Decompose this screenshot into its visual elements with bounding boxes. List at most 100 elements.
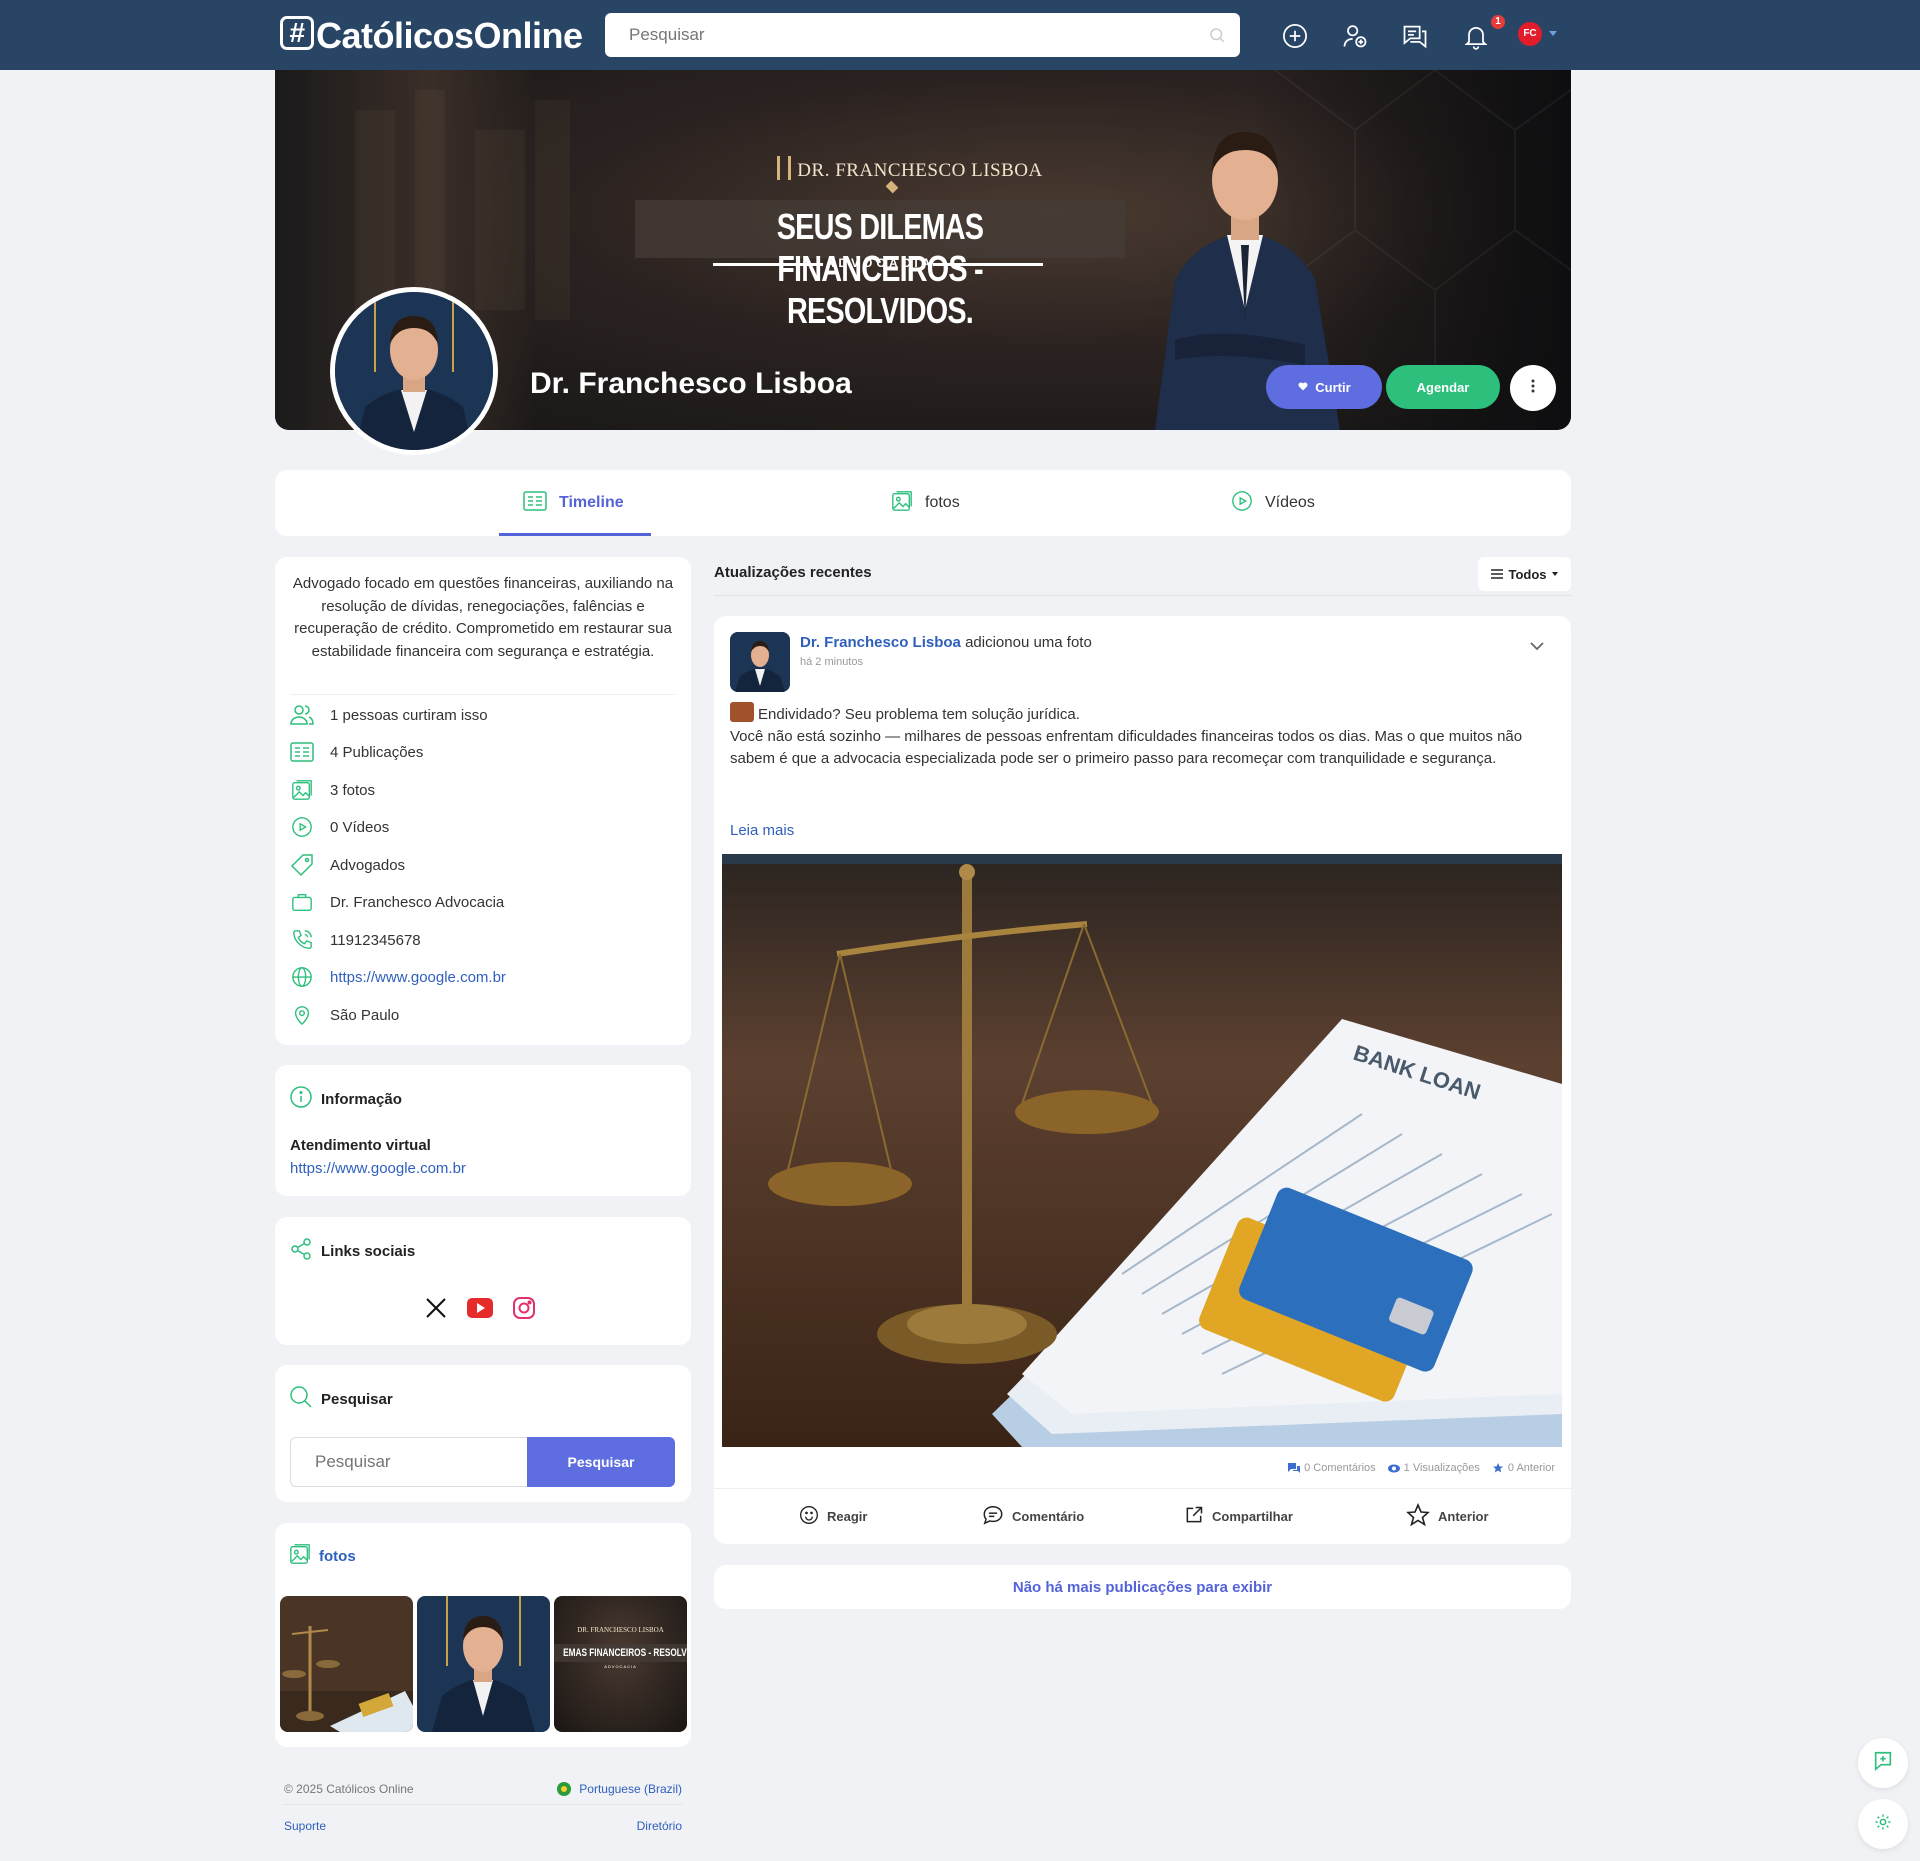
website-link[interactable]: https://www.google.com.br (330, 969, 506, 986)
star-outline-icon (1406, 1502, 1430, 1530)
page-search-input[interactable] (290, 1437, 527, 1487)
photos-title: fotos (319, 1547, 356, 1565)
react-button[interactable]: Reagir (799, 1488, 867, 1544)
top-navbar: #CatólicosOnline 1 FC (0, 0, 1920, 70)
profile-tabs: Timeline fotos Vídeos (275, 470, 1571, 536)
logo-hash-icon: # (280, 16, 314, 50)
info-phone: 11912345678 (289, 928, 421, 952)
feed-filter-dropdown[interactable]: Todos (1478, 557, 1571, 591)
post-action: adicionou uma foto (965, 634, 1092, 651)
site-logo[interactable]: # CatólicosOnline (280, 15, 583, 56)
caret-down-icon (1551, 572, 1558, 576)
messages-icon[interactable] (1401, 22, 1429, 50)
chevron-down-icon[interactable] (1529, 638, 1545, 656)
bell-icon[interactable] (1462, 22, 1490, 50)
read-more-link[interactable]: Leia mais (730, 822, 794, 839)
photos-icon (891, 490, 913, 517)
timeline-icon (523, 490, 547, 516)
pillar-logo-icon (777, 156, 792, 180)
info-category: Advogados (289, 853, 405, 877)
x-icon[interactable] (423, 1295, 449, 1321)
info-likes: 1 pessoas curtiram isso (289, 703, 488, 727)
add-circle-icon[interactable] (1281, 22, 1309, 50)
notification-badge: 1 (1491, 15, 1505, 29)
active-tab-indicator (499, 533, 651, 536)
language-selector[interactable]: Portuguese (Brazil) (557, 1782, 682, 1796)
social-title: Links sociais (321, 1242, 416, 1260)
smile-icon (799, 1505, 819, 1528)
info-company: Dr. Franchesco Advocacia (289, 890, 504, 914)
share-button[interactable]: Compartilhar (1184, 1488, 1293, 1544)
post-author-link[interactable]: Dr. Franchesco Lisboa (800, 634, 961, 651)
briefcase-icon (289, 890, 315, 914)
settings-button[interactable] (1858, 1799, 1908, 1849)
instagram-icon[interactable] (511, 1295, 537, 1321)
chevron-down-icon[interactable] (1549, 31, 1557, 36)
like-page-button[interactable]: Curtir (1266, 365, 1382, 409)
photo-thumb-scales[interactable] (280, 1596, 413, 1732)
user-add-icon[interactable] (1341, 22, 1369, 50)
photos-icon (289, 1543, 311, 1569)
comment-button[interactable]: Comentário (982, 1488, 1084, 1544)
search-icon (289, 1385, 313, 1413)
gear-icon (1874, 1813, 1892, 1836)
photo-thumb-banner[interactable]: DR. FRANCHESCO LISBOA EMAS FINANCEIROS -… (554, 1596, 687, 1732)
brazil-flag-icon (557, 1782, 572, 1796)
video-icon (1231, 490, 1253, 517)
information-title: Informação (321, 1090, 402, 1108)
info-videos: 0 Vídeos (289, 815, 389, 839)
photos-card: fotos DR. FRANCHESCO LISBOA EMAS FINANCE… (275, 1523, 691, 1747)
info-website: https://www.google.com.br (289, 965, 506, 989)
more-options-button[interactable] (1510, 365, 1556, 411)
global-search-input[interactable] (605, 13, 1240, 57)
sidebar-footer: © 2025 Católicos Online Portuguese (Braz… (284, 1782, 682, 1838)
global-search (605, 13, 1240, 57)
tab-fotos[interactable]: fotos (891, 470, 960, 536)
list-icon (1491, 567, 1504, 582)
post-time: há 2 minutos (800, 656, 863, 668)
copyright: © 2025 Católicos Online (284, 1782, 414, 1796)
post-author-avatar[interactable] (730, 632, 790, 692)
views-stat: 1 Visualizações (1387, 1462, 1480, 1474)
user-avatar[interactable]: FC (1518, 22, 1542, 46)
comments-stat[interactable]: 0 Comentários (1288, 1462, 1376, 1474)
tab-timeline[interactable]: Timeline (523, 470, 624, 536)
previous-stat: 0 Anterior (1492, 1462, 1555, 1474)
profile-avatar[interactable] (330, 287, 498, 455)
photos-icon (289, 778, 315, 802)
social-links-card: Links sociais (275, 1217, 691, 1345)
post-image[interactable]: BANK LOAN (722, 854, 1562, 1447)
post-stats: 0 Comentários 1 Visualizações 0 Anterior (1288, 1462, 1555, 1474)
cover-subline: ADVOCACIA (825, 256, 935, 270)
photo-thumb-portrait[interactable] (417, 1596, 550, 1732)
information-link[interactable]: https://www.google.com.br (290, 1160, 466, 1177)
info-icon (289, 1085, 313, 1113)
chat-bubbles-icon (1288, 1462, 1301, 1474)
profile-name: Dr. Franchesco Lisboa (530, 367, 852, 400)
search-icon[interactable] (1208, 26, 1226, 49)
logo-text: CatólicosOnline (316, 15, 583, 56)
page-search-title: Pesquisar (321, 1390, 393, 1408)
post-card: Dr. Franchesco Lisboa adicionou uma foto… (714, 616, 1571, 1544)
new-chat-button[interactable] (1858, 1738, 1908, 1788)
tab-videos[interactable]: Vídeos (1231, 470, 1315, 536)
social-icons (423, 1295, 537, 1321)
comment-icon (982, 1504, 1004, 1529)
heart-icon (1297, 380, 1309, 395)
schedule-button[interactable]: Agendar (1386, 365, 1500, 409)
globe-icon (289, 965, 315, 989)
briefcase-emoji-icon (730, 702, 754, 722)
tag-icon (289, 853, 315, 877)
chat-add-icon (1872, 1750, 1894, 1777)
support-link[interactable]: Suporte (284, 1819, 326, 1833)
posts-icon (289, 740, 315, 764)
page-search-button[interactable]: Pesquisar (527, 1437, 675, 1487)
feed-title: Atualizações recentes (714, 564, 872, 581)
previous-button[interactable]: Anterior (1406, 1488, 1489, 1544)
users-icon (289, 703, 315, 727)
youtube-icon[interactable] (467, 1295, 493, 1321)
post-text: Endividado? Seu problema tem solução jur… (730, 702, 1550, 770)
eye-icon (1387, 1464, 1400, 1473)
photo-grid: DR. FRANCHESCO LISBOA EMAS FINANCEIROS -… (280, 1596, 687, 1732)
directory-link[interactable]: Diretório (637, 1819, 682, 1833)
